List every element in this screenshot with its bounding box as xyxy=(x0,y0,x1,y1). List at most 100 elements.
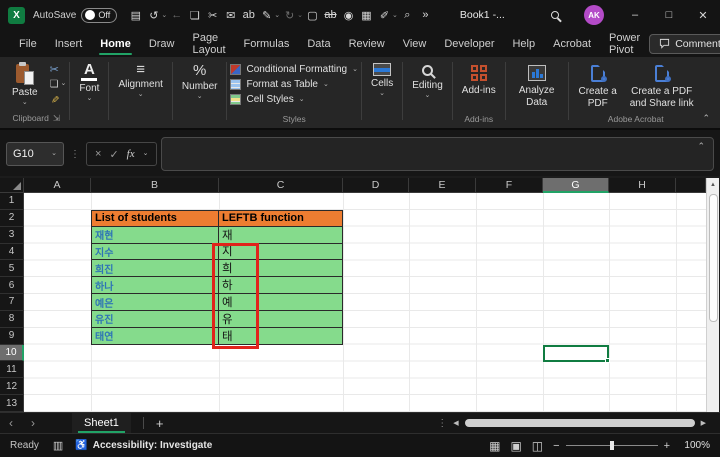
tab-draw[interactable]: Draw xyxy=(140,33,184,55)
cell-b2[interactable]: List of students xyxy=(91,210,219,227)
row-header-7[interactable]: 7 xyxy=(0,294,24,311)
analyze-data-button[interactable]: Analyze Data xyxy=(509,59,565,128)
touch-mode-icon[interactable]: ✎ xyxy=(258,5,275,25)
cell-b9[interactable]: 태연 xyxy=(91,328,219,345)
more-commands-icon[interactable]: » xyxy=(417,5,434,25)
row-header-6[interactable]: 6 xyxy=(0,277,24,294)
row-header-2[interactable]: 2 xyxy=(0,210,24,227)
cells-group-button[interactable]: Cells ⌄ xyxy=(365,59,399,128)
row-header-13[interactable]: 13 xyxy=(0,395,24,412)
cell-b4[interactable]: 지수 xyxy=(91,244,219,261)
scroll-left-icon[interactable]: ◀ xyxy=(453,419,458,427)
find-icon[interactable]: ⌕ xyxy=(399,5,416,25)
column-header-h[interactable]: H xyxy=(609,178,676,193)
cell-grid[interactable]: List of students LEFTB function 재현 재 지수 … xyxy=(24,193,706,412)
row-header-11[interactable]: 11 xyxy=(0,361,24,378)
collapse-ribbon-icon[interactable]: ⌃ xyxy=(702,113,710,124)
sheet-tab-sheet1[interactable]: Sheet1 xyxy=(72,413,131,433)
draw-dropdown-icon[interactable]: ⌄ xyxy=(392,11,398,19)
draw-export-icon[interactable]: ✐ xyxy=(376,5,393,25)
scrollbar-grip-icon[interactable]: ⋮ xyxy=(437,418,447,429)
vertical-scroll-thumb[interactable] xyxy=(709,194,718,322)
horizontal-scroll-thumb[interactable] xyxy=(465,419,695,427)
row-header-3[interactable]: 3 xyxy=(0,227,24,244)
tab-help[interactable]: Help xyxy=(503,33,544,55)
strikethrough-icon[interactable]: ab xyxy=(322,5,339,25)
autosave-control[interactable]: AutoSave Off xyxy=(33,8,117,23)
camera-icon[interactable]: ◉ xyxy=(340,5,357,25)
select-all-button[interactable] xyxy=(0,178,24,193)
font-group-button[interactable]: A Font ⌄ xyxy=(73,59,105,128)
tab-formulas[interactable]: Formulas xyxy=(235,33,299,55)
save-icon[interactable]: ▤ xyxy=(127,5,144,25)
vertical-scrollbar[interactable]: ▲ xyxy=(706,178,719,412)
normal-view-icon[interactable]: ▦ xyxy=(489,439,500,453)
zoom-in-icon[interactable]: + xyxy=(664,440,670,452)
cell-styles-button[interactable]: Cell Styles ⌄ xyxy=(230,94,357,105)
conditional-formatting-button[interactable]: Conditional Formatting ⌄ xyxy=(230,64,357,75)
column-header-f[interactable]: F xyxy=(476,178,543,193)
minimize-button[interactable]: – xyxy=(618,0,652,30)
spelling-icon[interactable]: ab xyxy=(240,5,257,25)
cell-b6[interactable]: 하나 xyxy=(91,277,219,294)
table-preview-icon[interactable]: ▦ xyxy=(358,5,375,25)
touch-dropdown-icon[interactable]: ⌄ xyxy=(274,11,280,19)
account-avatar[interactable]: AK xyxy=(584,5,604,25)
copy-dropdown-icon[interactable]: ⌄ xyxy=(61,82,67,86)
selected-cell-g10[interactable] xyxy=(543,345,609,362)
tab-insert[interactable]: Insert xyxy=(46,33,92,55)
tab-home[interactable]: Home xyxy=(91,33,140,55)
fill-handle[interactable] xyxy=(605,358,610,363)
name-box[interactable]: G10 ⌄ xyxy=(6,142,64,166)
copy-icon[interactable]: ❏ xyxy=(186,5,203,25)
formula-bar-collapse-icon[interactable]: ⌃ xyxy=(697,141,705,152)
formula-bar-grip-icon[interactable]: ⋮ xyxy=(68,149,82,160)
column-header-e[interactable]: E xyxy=(409,178,476,193)
paste-button[interactable]: Paste ⌄ xyxy=(6,59,44,105)
create-pdf-button[interactable]: Create a PDF xyxy=(572,59,624,109)
new-file-icon[interactable]: ▢ xyxy=(304,5,321,25)
accessibility-status[interactable]: ♿ Accessibility: Investigate xyxy=(75,440,212,451)
horizontal-scrollbar[interactable] xyxy=(465,419,695,428)
row-header-10[interactable]: 10 xyxy=(0,345,24,362)
undo-dropdown-icon[interactable]: ⌄ xyxy=(161,11,167,19)
tab-page-layout[interactable]: Page Layout xyxy=(183,27,234,61)
scroll-right-icon[interactable]: ▶ xyxy=(701,419,706,427)
tab-developer[interactable]: Developer xyxy=(435,33,503,55)
row-header-12[interactable]: 12 xyxy=(0,378,24,395)
tab-file[interactable]: File xyxy=(10,33,46,55)
excel-logo-icon[interactable]: X xyxy=(8,7,25,24)
undo-icon[interactable]: ↺ xyxy=(145,5,162,25)
column-header-d[interactable]: D xyxy=(343,178,409,193)
row-header-9[interactable]: 9 xyxy=(0,328,24,345)
comments-button[interactable]: Comments xyxy=(649,34,720,54)
tab-acrobat[interactable]: Acrobat xyxy=(544,33,600,55)
row-header-5[interactable]: 5 xyxy=(0,260,24,277)
scroll-up-icon[interactable]: ▲ xyxy=(707,178,719,192)
column-header-b[interactable]: B xyxy=(91,178,219,193)
addins-button[interactable]: Add-ins xyxy=(456,59,502,97)
alignment-group-button[interactable]: ≡ Alignment ⌄ xyxy=(112,59,168,128)
tab-data[interactable]: Data xyxy=(298,33,339,55)
create-pdf-share-button[interactable]: Create a PDF and Share link xyxy=(624,59,700,109)
autosave-toggle[interactable]: Off xyxy=(81,8,117,23)
format-painter-button[interactable]: ✎ xyxy=(48,95,59,103)
cut-button[interactable]: ✂ xyxy=(50,63,59,76)
maximize-button[interactable]: □ xyxy=(652,0,686,30)
zoom-level[interactable]: 100% xyxy=(680,440,710,451)
editing-group-button[interactable]: Editing ⌄ xyxy=(406,59,449,128)
cell-c2[interactable]: LEFTB function xyxy=(219,210,343,227)
row-header-1[interactable]: 1 xyxy=(0,193,24,210)
cell-b5[interactable]: 희진 xyxy=(91,260,219,277)
close-button[interactable]: ✕ xyxy=(686,0,720,30)
format-as-table-button[interactable]: Format as Table ⌄ xyxy=(230,79,357,90)
insert-function-icon[interactable]: fx xyxy=(127,148,135,160)
cell-c3[interactable]: 재 xyxy=(219,227,343,244)
formula-input[interactable]: ⌃ xyxy=(161,137,714,171)
cut-icon[interactable]: ✂ xyxy=(204,5,221,25)
next-sheet-icon[interactable]: › xyxy=(22,416,44,430)
copy-button[interactable]: ❏ xyxy=(50,79,59,90)
cancel-icon[interactable]: × xyxy=(95,148,101,160)
email-icon[interactable]: ✉ xyxy=(222,5,239,25)
column-header-a[interactable]: A xyxy=(24,178,91,193)
